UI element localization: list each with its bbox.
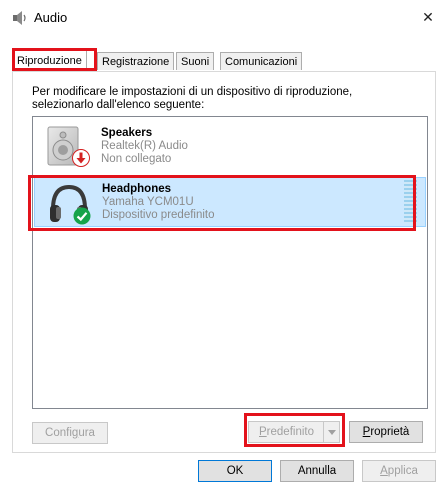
instructions-line: Per modificare le impostazioni di un dis… — [32, 86, 353, 98]
button-label: Confi — [45, 427, 72, 439]
chevron-down-icon — [327, 429, 336, 435]
default-check-icon — [73, 207, 91, 225]
speaker-app-icon — [13, 11, 26, 25]
button-label: ura — [78, 427, 95, 439]
device-list[interactable]: Speakers Realtek(R) Audio Non collegato … — [32, 116, 428, 409]
tab-suoni[interactable]: Suoni — [176, 52, 215, 70]
dropdown-arrow-button[interactable] — [323, 422, 339, 442]
device-status: Dispositivo predefinito — [102, 209, 215, 221]
tab-riproduzione[interactable]: Riproduzione — [12, 50, 87, 71]
instructions-line: selezionarlo dall'elenco seguente: — [32, 99, 205, 111]
tab-registrazione[interactable]: Registrazione — [97, 52, 175, 70]
tab-label: Suoni — [181, 56, 210, 68]
set-default-split-button[interactable]: Predefinito — [248, 421, 340, 443]
button-label: Annulla — [297, 465, 337, 477]
volume-level-meter — [404, 180, 417, 223]
accelerator-key: P — [259, 426, 267, 438]
tab-label: Comunicazioni — [225, 56, 298, 68]
configure-button[interactable]: Configura — [32, 422, 108, 444]
cancel-button[interactable]: Annulla — [280, 460, 354, 482]
device-name: Headphones — [102, 183, 172, 195]
apply-button[interactable]: Applica — [362, 460, 436, 482]
button-label: pplica — [387, 465, 418, 477]
tab-comunicazioni[interactable]: Comunicazioni — [220, 52, 303, 70]
device-name: Speakers — [101, 127, 153, 139]
button-label: OK — [226, 465, 244, 477]
properties-button[interactable]: Proprietà — [349, 421, 423, 443]
instructions-text: Per modificare le impostazioni di un dis… — [32, 86, 412, 112]
device-driver: Realtek(R) Audio — [101, 140, 188, 152]
close-icon: ✕ — [422, 8, 434, 25]
tab-label: Riproduzione — [17, 55, 82, 67]
window-title: Audio — [34, 10, 68, 25]
accelerator-key: A — [380, 465, 388, 477]
disconnected-arrow-icon — [72, 149, 90, 167]
ok-button[interactable]: OK — [198, 460, 272, 482]
button-label: roprietà — [370, 426, 410, 438]
device-item-speakers[interactable]: Speakers Realtek(R) Audio Non collegato — [34, 121, 426, 171]
device-item-headphones[interactable]: Headphones Yamaha YCM01U Dispositivo pre… — [34, 177, 426, 227]
device-driver: Yamaha YCM01U — [102, 196, 194, 208]
device-status: Non collegato — [101, 153, 172, 165]
close-button[interactable]: ✕ — [408, 0, 448, 34]
button-label: redefinito — [266, 426, 314, 438]
tab-label: Registrazione — [102, 56, 170, 68]
title-bar: Audio ✕ — [0, 0, 448, 36]
